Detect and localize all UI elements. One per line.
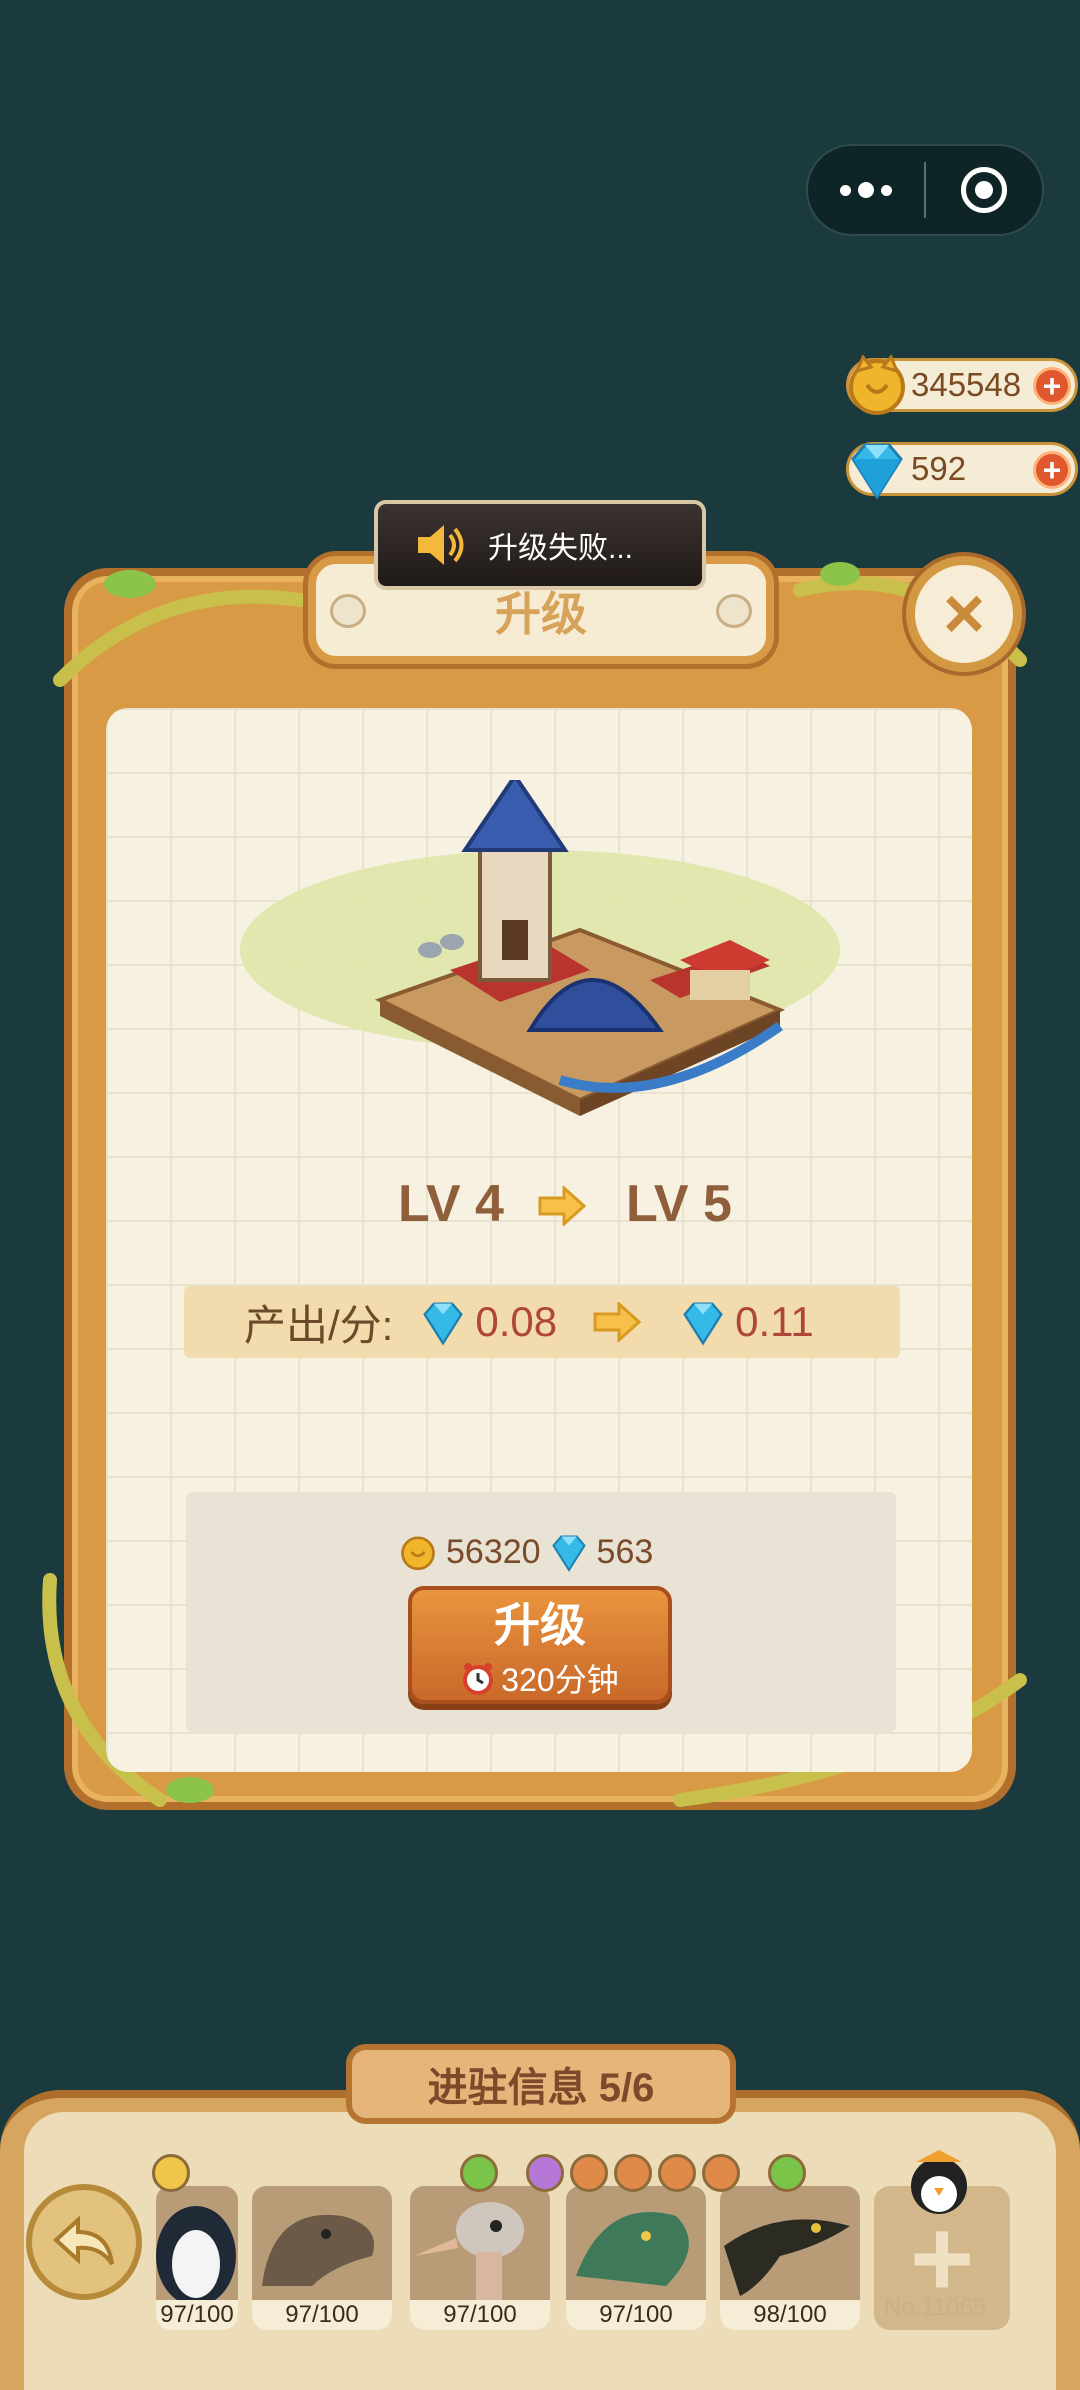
badge-icon xyxy=(460,2154,498,2192)
add-gems-button[interactable]: + xyxy=(1033,451,1071,489)
slot-count: 97/100 xyxy=(566,2300,706,2330)
back-button[interactable] xyxy=(26,2184,142,2300)
production-label: 产出/分: xyxy=(244,1301,394,1349)
animal-slot-ostrich[interactable]: 97/100 xyxy=(410,2186,550,2330)
coin-icon xyxy=(401,1536,435,1571)
slot-count: 97/100 xyxy=(410,2300,550,2330)
upgrade-button-label: 升级 xyxy=(494,1599,586,1651)
stationed-title-text: 进驻信息 5/6 xyxy=(427,2066,655,2110)
trex-portrait xyxy=(262,2214,374,2286)
penguin-portrait xyxy=(156,2206,236,2306)
upgrade-time: 320分钟 xyxy=(501,1662,619,1698)
production-next: 0.11 xyxy=(735,1298,814,1345)
badge-icon xyxy=(614,2154,652,2192)
cost-coins: 56320 xyxy=(446,1532,541,1571)
gem-amount: 592 xyxy=(911,450,967,487)
close-button[interactable]: × xyxy=(906,556,1022,672)
back-arrow-icon xyxy=(53,2215,114,2266)
speaker-icon xyxy=(418,525,464,565)
harbor-building-image xyxy=(374,780,786,1116)
animal-slot-trex[interactable]: 97/100 xyxy=(252,2186,392,2330)
toast-text: 升级失败... xyxy=(488,532,634,565)
level-next: LV 5 xyxy=(626,1175,732,1233)
badge-icon xyxy=(526,2154,564,2192)
coin-balance: 345548 + xyxy=(846,354,1078,415)
upgrade-cost: 56320 563 xyxy=(396,1530,653,1574)
menu-capsule xyxy=(806,144,1044,236)
add-slot-id: No.11065 xyxy=(884,2294,987,2321)
badge-icon xyxy=(768,2154,806,2192)
production-arrow-icon xyxy=(593,1302,642,1342)
alarm-clock-icon xyxy=(463,1663,494,1695)
badge-icon xyxy=(702,2154,740,2192)
stationed-title: 进驻信息 5/6 xyxy=(346,2044,736,2124)
slot-count: 97/100 xyxy=(156,2300,238,2330)
toast-message: 升级失败... xyxy=(374,500,706,590)
gem-balance: 592 + xyxy=(846,442,1078,500)
raptor-portrait xyxy=(724,2219,850,2296)
diamond-icon xyxy=(683,1302,723,1346)
diamond-icon xyxy=(551,1535,586,1572)
coin-icon xyxy=(849,354,905,415)
penguin-mascot-icon xyxy=(911,2150,967,2214)
diamond-icon xyxy=(851,443,903,500)
level-current: LV 4 xyxy=(398,1175,504,1233)
more-icon xyxy=(840,182,892,198)
slot-count: 97/100 xyxy=(252,2300,392,2330)
production-row: 产出/分: 0.08 0.11 xyxy=(184,1286,900,1358)
more-button[interactable] xyxy=(808,146,924,234)
animal-slot-dinosaur[interactable]: 98/100 xyxy=(720,2186,860,2330)
upgrade-button[interactable]: 升级 320分钟 xyxy=(408,1586,672,1704)
slot-count: 98/100 xyxy=(720,2300,860,2330)
cost-gems: 563 xyxy=(596,1532,654,1571)
close-miniprogram-button[interactable] xyxy=(926,146,1042,234)
ostrich-portrait xyxy=(414,2202,524,2300)
diamond-icon xyxy=(423,1302,464,1346)
badge-icon xyxy=(658,2154,696,2192)
add-coins-button[interactable]: + xyxy=(1033,367,1071,405)
close-icon: × xyxy=(942,574,986,654)
level-arrow-icon xyxy=(538,1186,586,1226)
upgrade-duration: 320分钟 xyxy=(461,1655,619,1701)
animal-slot-dragon[interactable]: 97/100 xyxy=(566,2186,706,2330)
target-icon xyxy=(960,167,1007,213)
production-current: 0.08 xyxy=(475,1298,558,1345)
animal-slot-penguin[interactable]: 97/100 xyxy=(156,2186,238,2330)
badge-icon xyxy=(570,2154,608,2192)
coin-amount: 345548 xyxy=(911,366,1022,403)
dragon-portrait xyxy=(576,2212,689,2286)
badge-icon xyxy=(152,2154,190,2192)
